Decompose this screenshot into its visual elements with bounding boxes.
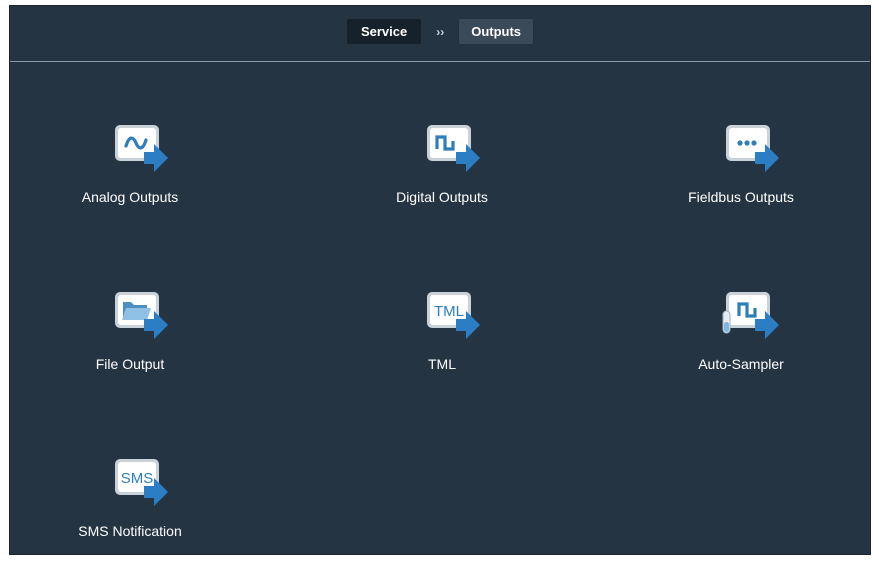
breadcrumb-service[interactable]: Service bbox=[346, 19, 422, 44]
breadcrumb-separator-icon: ›› bbox=[436, 24, 445, 39]
tile-auto-sampler[interactable]: Auto-Sampler bbox=[641, 289, 841, 399]
folder-icon bbox=[115, 292, 168, 339]
breadcrumb-outputs[interactable]: Outputs bbox=[459, 19, 534, 44]
tile-file-output[interactable]: File Output bbox=[30, 289, 230, 399]
tile-label: Fieldbus Outputs bbox=[688, 189, 794, 205]
tile-sms-notification[interactable]: SMS SMS Notification bbox=[30, 456, 230, 566]
auto-sampler-icon bbox=[722, 292, 779, 339]
tile-tml[interactable]: TML TML bbox=[342, 289, 542, 399]
sms-glyph-text: SMS bbox=[121, 470, 154, 487]
breadcrumb: Service ›› Outputs bbox=[10, 19, 870, 44]
sms-icon: SMS bbox=[115, 459, 168, 506]
tml-icon: TML bbox=[427, 292, 480, 339]
tile-analog-outputs[interactable]: Analog Outputs bbox=[30, 122, 230, 232]
analog-wave-icon bbox=[115, 125, 168, 172]
tml-glyph-text: TML bbox=[434, 303, 464, 320]
fieldbus-dots-icon bbox=[726, 125, 779, 172]
digital-square-wave-icon bbox=[427, 125, 480, 172]
tile-label: SMS Notification bbox=[78, 523, 182, 539]
tile-label: Analog Outputs bbox=[81, 189, 179, 205]
tile-label: File Output bbox=[95, 356, 165, 372]
top-bar: Service ›› Outputs bbox=[10, 6, 870, 62]
tile-label: Auto-Sampler bbox=[698, 356, 784, 372]
outputs-panel: Service ›› Outputs Analog Outputs Digita… bbox=[9, 5, 871, 555]
tile-label: TML bbox=[428, 356, 456, 372]
tile-label: Digital Outputs bbox=[396, 189, 488, 205]
tile-digital-outputs[interactable]: Digital Outputs bbox=[342, 122, 542, 232]
tile-fieldbus-outputs[interactable]: Fieldbus Outputs bbox=[641, 122, 841, 232]
